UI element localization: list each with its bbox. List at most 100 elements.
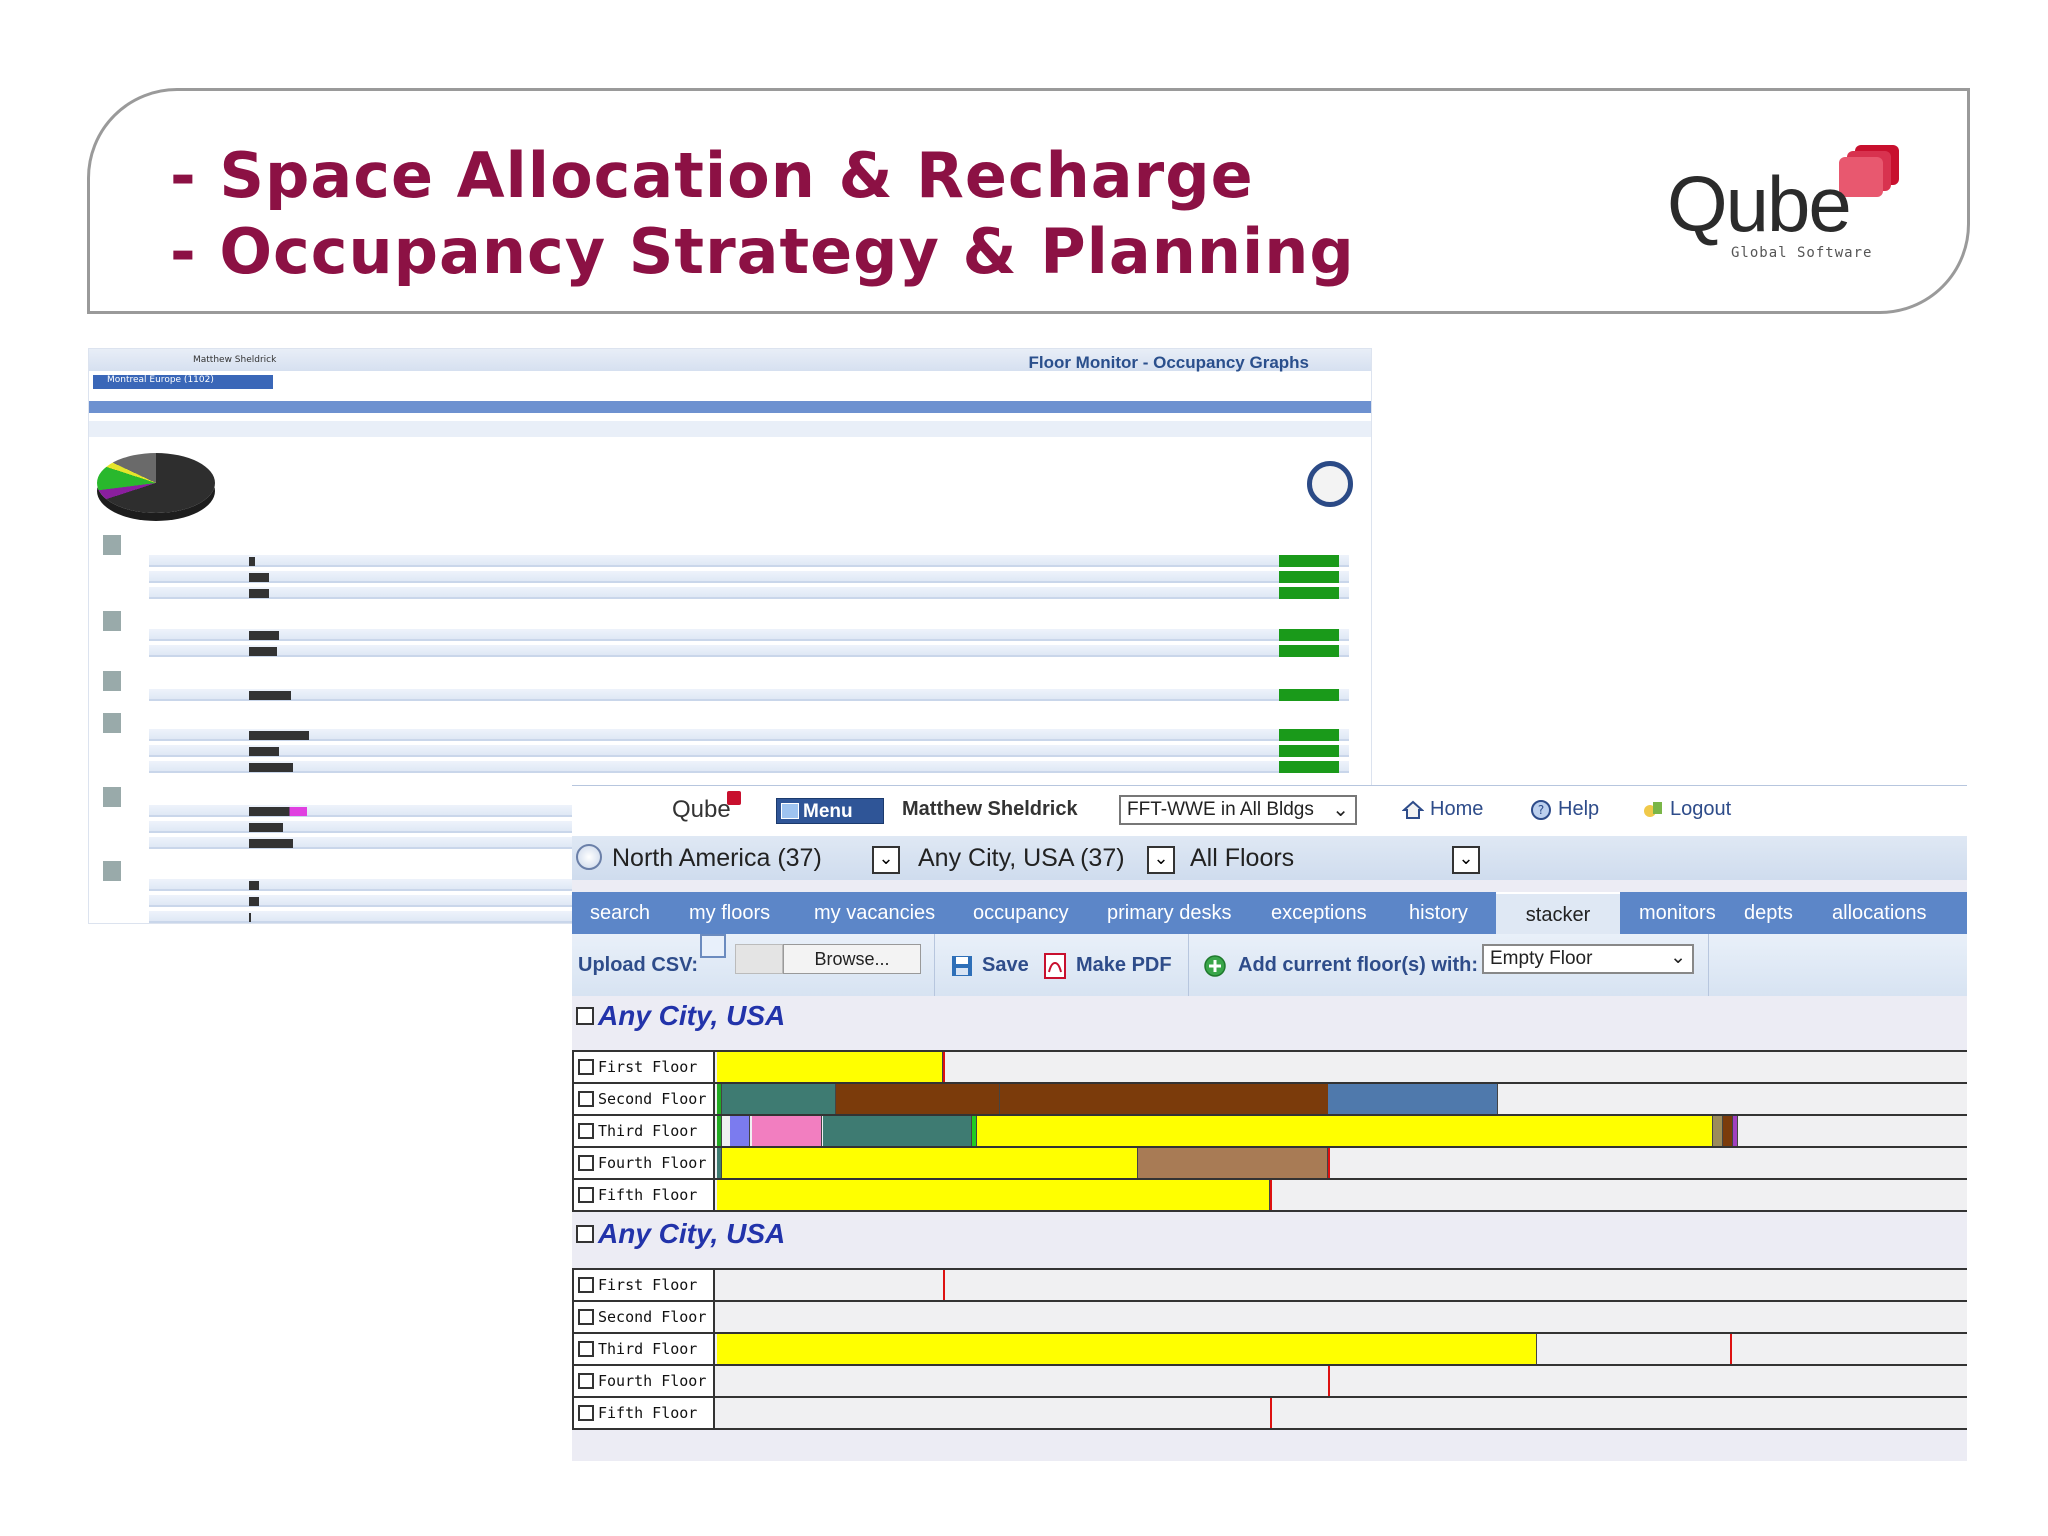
- capacity-marker: [1730, 1334, 1732, 1364]
- allocation-segment[interactable]: [977, 1116, 1713, 1146]
- allocation-segment[interactable]: [1000, 1084, 1329, 1114]
- fill-option-select[interactable]: Empty Floor ⌄: [1482, 944, 1694, 974]
- floor-name: Fourth Floor: [598, 1372, 707, 1390]
- floor-name: Fourth Floor: [598, 1154, 707, 1172]
- chevron-down-icon: ⌄: [1332, 799, 1349, 821]
- tab-monitors[interactable]: monitors: [1629, 892, 1726, 934]
- allocation-segment[interactable]: [717, 1180, 1270, 1210]
- allocation-segment[interactable]: [730, 1116, 750, 1146]
- floor-checkbox[interactable]: [578, 1187, 594, 1203]
- floor-chevron-icon[interactable]: ⌄: [1452, 846, 1480, 874]
- back-tabs: [89, 401, 1371, 413]
- group-bottom-border: [572, 1210, 1967, 1212]
- floor-checkbox[interactable]: [578, 1341, 594, 1357]
- tab-stacker[interactable]: stacker: [1496, 892, 1620, 934]
- location-selector-bar: North America (37) ⌄ Any City, USA (37) …: [572, 836, 1967, 880]
- logo-cube-icon: [726, 791, 741, 805]
- group-bottom-border: [572, 1428, 1967, 1430]
- occupancy-pie-chart: [97, 453, 215, 513]
- floor-track: [717, 1302, 1967, 1332]
- floor-label: Fourth Floor: [572, 1366, 715, 1396]
- logout-icon: [1644, 801, 1662, 817]
- group-checkbox[interactable]: [576, 1225, 594, 1243]
- help-link[interactable]: ? Help: [1530, 798, 1599, 821]
- occupancy-row: [149, 761, 1349, 773]
- tab-my-floors[interactable]: my floors: [679, 892, 780, 934]
- floor-label: Third Floor: [572, 1334, 715, 1364]
- pdf-icon[interactable]: [1042, 952, 1068, 980]
- group-checkbox[interactable]: [576, 1007, 594, 1025]
- building-group: [103, 787, 139, 807]
- floor-checkbox[interactable]: [578, 1059, 594, 1075]
- floor-select-value[interactable]: All Floors: [1190, 844, 1294, 873]
- occupancy-row: [149, 745, 1349, 757]
- occupancy-row: [149, 689, 1349, 701]
- tab-my-vacancies[interactable]: my vacancies: [804, 892, 945, 934]
- allocation-segment[interactable]: [1328, 1084, 1498, 1114]
- save-icon[interactable]: [950, 954, 974, 978]
- floor-row: First Floor: [572, 1268, 1967, 1300]
- site-select[interactable]: FFT-WWE in All Bldgs ⌄: [1119, 795, 1357, 825]
- tab-allocations[interactable]: allocations: [1822, 892, 1937, 934]
- logout-link[interactable]: Logout: [1642, 798, 1731, 821]
- globe-icon[interactable]: [576, 844, 602, 870]
- tab-search[interactable]: search: [580, 892, 660, 934]
- tab-primary-desks[interactable]: primary desks: [1097, 892, 1241, 934]
- floor-label: Third Floor: [572, 1116, 715, 1146]
- allocation-segment[interactable]: [722, 1148, 1138, 1178]
- allocation-segment[interactable]: [1733, 1116, 1738, 1146]
- help-icon: ?: [1531, 799, 1551, 820]
- tab-history[interactable]: history: [1399, 892, 1478, 934]
- allocation-segment[interactable]: [836, 1084, 1000, 1114]
- home-link[interactable]: Home: [1402, 798, 1483, 821]
- building-group: [103, 671, 139, 691]
- allocation-segment[interactable]: [823, 1116, 972, 1146]
- slide: - Space Allocation & Recharge - Occupanc…: [0, 0, 2048, 1536]
- allocation-segment[interactable]: [717, 1052, 943, 1082]
- region-select-value[interactable]: North America (37): [612, 844, 822, 873]
- csv-file-icon: [700, 934, 726, 958]
- building-group: [103, 535, 139, 555]
- menu-button[interactable]: Menu: [776, 798, 884, 824]
- floor-row: Third Floor: [572, 1332, 1967, 1364]
- home-label: Home: [1430, 798, 1484, 820]
- allocation-segment[interactable]: [722, 1084, 836, 1114]
- city-chevron-icon[interactable]: ⌄: [1147, 846, 1175, 874]
- floor-checkbox[interactable]: [578, 1091, 594, 1107]
- floor-checkbox[interactable]: [578, 1155, 594, 1171]
- allocation-segment[interactable]: [717, 1334, 1537, 1364]
- floor-checkbox[interactable]: [578, 1405, 594, 1421]
- floor-checkbox[interactable]: [578, 1309, 594, 1325]
- stacker-screenshot: Qube Menu Matthew Sheldrick FFT-WWE in A…: [572, 785, 1967, 1461]
- logo-text: Qube: [1667, 160, 1852, 248]
- capacity-marker: [943, 1270, 945, 1300]
- allocation-segment[interactable]: [1723, 1116, 1733, 1146]
- file-path-field[interactable]: [735, 944, 783, 974]
- tab-exceptions[interactable]: exceptions: [1261, 892, 1377, 934]
- file-browse-control[interactable]: Browse...: [735, 944, 921, 974]
- floor-track: [717, 1270, 1967, 1300]
- capacity-marker: [1270, 1180, 1272, 1210]
- app-logo[interactable]: Qube: [672, 791, 745, 824]
- allocation-segment[interactable]: [752, 1116, 822, 1146]
- occupancy-row: [149, 587, 1349, 599]
- allocation-segment[interactable]: [1138, 1148, 1328, 1178]
- allocation-segment[interactable]: [717, 1116, 722, 1146]
- home-icon: [1402, 800, 1424, 819]
- upload-csv-label: Upload CSV:: [578, 954, 699, 976]
- floor-checkbox[interactable]: [578, 1123, 594, 1139]
- fill-option-value: Empty Floor: [1490, 948, 1593, 969]
- floor-label: Fourth Floor: [572, 1148, 715, 1178]
- browse-button[interactable]: Browse...: [783, 944, 921, 974]
- make-pdf-button[interactable]: Make PDF: [1076, 954, 1172, 977]
- tab-depts[interactable]: depts: [1734, 892, 1803, 934]
- floor-checkbox[interactable]: [578, 1373, 594, 1389]
- occupancy-row: [149, 729, 1349, 741]
- tab-occupancy[interactable]: occupancy: [963, 892, 1079, 934]
- save-button[interactable]: Save: [982, 954, 1029, 977]
- add-icon[interactable]: [1203, 954, 1227, 978]
- floor-checkbox[interactable]: [578, 1277, 594, 1293]
- city-select-value[interactable]: Any City, USA (37): [918, 844, 1125, 873]
- allocation-segment[interactable]: [1713, 1116, 1723, 1146]
- region-chevron-icon[interactable]: ⌄: [872, 846, 900, 874]
